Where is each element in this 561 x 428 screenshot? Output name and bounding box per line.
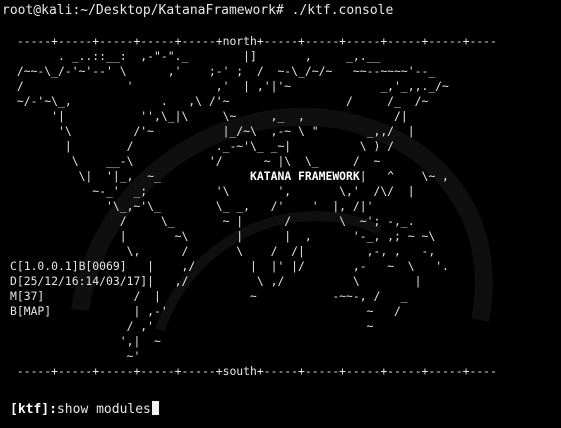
map-line: / ' ,' | ,'|'~ _,'_,,._/~ bbox=[10, 79, 449, 93]
shell-command-text[interactable]: show modules bbox=[57, 402, 151, 417]
map-line: '\ /'~ |_/~\ ,-~ \ " _,,/ | bbox=[10, 124, 415, 138]
map-line: ~' bbox=[10, 349, 141, 363]
stat-m-value: [37] bbox=[16, 289, 45, 303]
map-line: '| '',\_|\ \~ ,_ , /| bbox=[10, 109, 408, 123]
map-line: | ~\ | | , '-_, ,; ~ ~\ bbox=[10, 229, 436, 243]
stat-c-value: [1.0.0.1]B[0069] bbox=[16, 259, 127, 273]
map-line: / \_ ~ | / \ ~'; -,_. bbox=[10, 214, 415, 228]
map-line: | / ._-~'\_ _~| \ ) / bbox=[10, 139, 395, 153]
stat-line-d: D[25/12/16:14/03/17]| ,/ \ ,/ \ | bbox=[10, 274, 422, 288]
map-line: '\_,~'\_ \_ _, /' ' |, /|' bbox=[10, 199, 374, 213]
map-line: \, / \ / /| ,-, , -, bbox=[10, 244, 436, 258]
stat-b-value: [MAP] bbox=[16, 304, 52, 318]
ktf-shell-input[interactable]: [ktf]:show modules bbox=[10, 401, 159, 419]
banner-title: KATANA FRAMEWORK bbox=[250, 169, 360, 183]
stat-line-b: B[MAP] | ,-' ~ / bbox=[10, 304, 401, 318]
stat-d-value: [25/12/16:14/03/17] bbox=[16, 274, 148, 288]
text-cursor bbox=[151, 401, 159, 415]
map-line: /~~-\_/-'~'--' \ ,' ;-' ; / ~-\_/~/~ ~~-… bbox=[10, 64, 436, 78]
shell-prompt-line: root@kali:~/Desktop/KatanaFramework# ./k… bbox=[2, 3, 394, 18]
map-line: ~/-'~\_, . ,\ /'~ / /_ /~ bbox=[10, 94, 429, 108]
world-map-ascii: -----+-----+-----+-----+-----+north+----… bbox=[10, 34, 497, 379]
map-border-north: -----+-----+-----+-----+-----+north+----… bbox=[10, 34, 497, 48]
stat-line-m: M[37] / | ~ -~~-, / _ bbox=[10, 289, 408, 303]
map-line: \ __-\ '/ ~ |\ \_ / ~ bbox=[10, 154, 381, 168]
terminal-window[interactable]: root@kali:~/Desktop/KatanaFramework# ./k… bbox=[0, 0, 561, 428]
map-line: / ,' ~ bbox=[10, 319, 374, 333]
map-line: ~-_' _; '\ ', \,' /\/ | bbox=[10, 184, 415, 198]
map-line-banner: \| '|_, ~_ KATANA FRAMEWORK| ^ \~ , bbox=[10, 169, 449, 183]
map-line: . _..::__: ,-"-"._ |] , _,.__ bbox=[10, 49, 381, 63]
map-border-south: -----+-----+-----+-----+-----+south+----… bbox=[10, 364, 497, 378]
map-line: ',| ~ bbox=[10, 334, 161, 348]
ktf-prompt-tag: [ktf]: bbox=[10, 402, 57, 417]
stat-line-c: C[1.0.0.1]B[0069] | ,/ | |' |/ ,- ~ \ '. bbox=[10, 259, 449, 273]
